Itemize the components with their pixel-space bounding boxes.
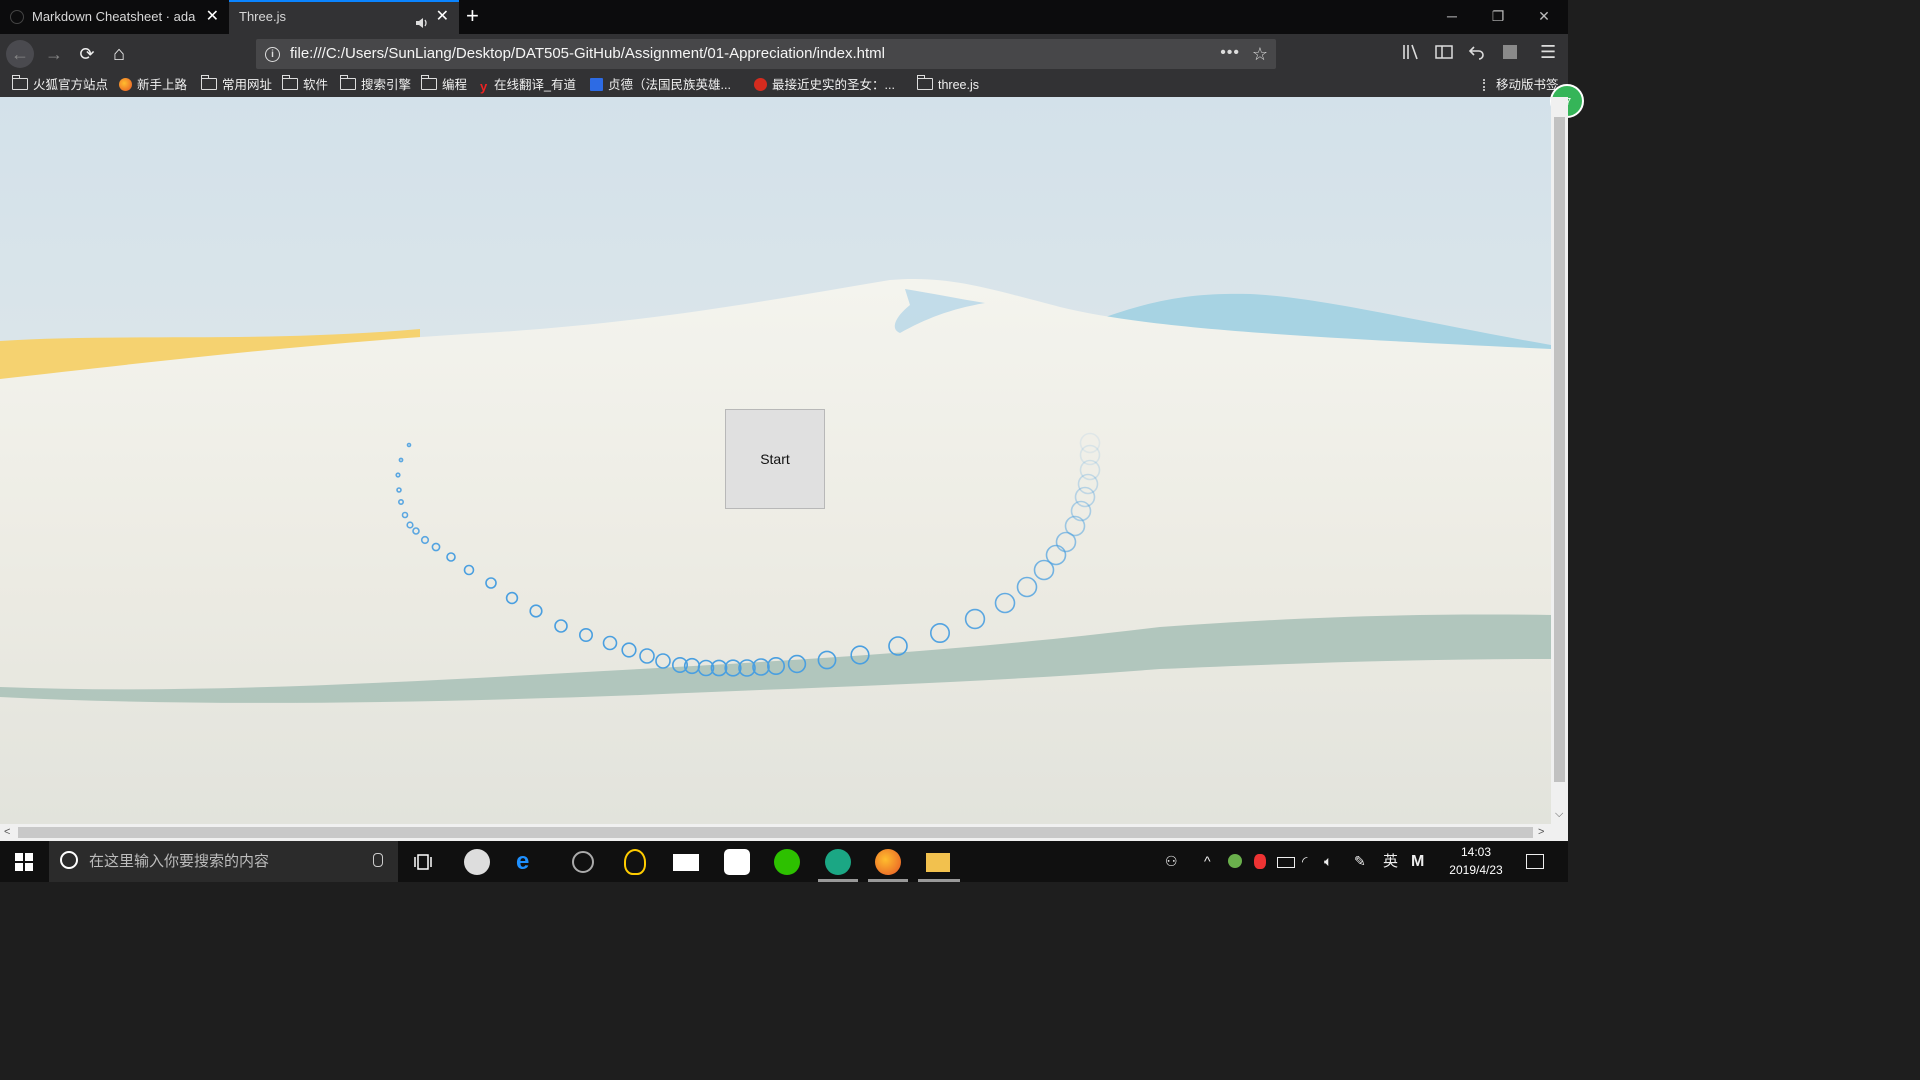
wechat-icon[interactable] xyxy=(774,849,800,875)
bookmark-item[interactable]: 火狐官方站点 xyxy=(12,73,108,97)
minimize-button[interactable]: ─ xyxy=(1429,0,1475,34)
tab-title: Three.js xyxy=(239,9,286,24)
speaker-icon[interactable] xyxy=(415,11,429,34)
folder-icon xyxy=(917,75,933,90)
new-tab-button[interactable]: + xyxy=(466,4,479,28)
bookmark-item[interactable]: three.js xyxy=(917,73,979,97)
sidebar-icon[interactable] xyxy=(1435,44,1453,65)
library-icon[interactable] xyxy=(1402,44,1420,65)
windows-taskbar: 在这里输入你要搜索的内容 e ⚇ ^ ◜ 🔈︎ ✎ 英 M 14:03 2019… xyxy=(0,841,1568,882)
folder-icon xyxy=(12,75,28,90)
search-placeholder[interactable]: 在这里输入你要搜索的内容 xyxy=(89,841,269,882)
file-explorer-icon[interactable] xyxy=(926,853,950,872)
folder-icon xyxy=(282,75,298,90)
active-indicator xyxy=(918,879,960,882)
bookmark-item[interactable]: 最接近史实的圣女：... xyxy=(754,73,895,97)
snow-mountain xyxy=(0,278,1551,824)
bookmark-item[interactable]: 软件 xyxy=(282,73,328,97)
firefox-icon[interactable] xyxy=(875,849,901,875)
system-clock[interactable]: 14:03 2019/4/23 xyxy=(1440,843,1512,879)
scroll-left-icon[interactable]: < xyxy=(4,826,10,838)
tray-app-icon[interactable] xyxy=(1254,854,1266,869)
scroll-down-icon[interactable]: ⌵ xyxy=(1555,808,1563,821)
microphone-icon[interactable] xyxy=(373,853,383,867)
grip-icon xyxy=(1483,79,1491,91)
reload-button[interactable]: ⟳ xyxy=(73,40,101,68)
restore-button[interactable]: ❐ xyxy=(1475,0,1521,34)
action-center-icon[interactable] xyxy=(1526,854,1544,869)
tab-title: Markdown Cheatsheet · ada xyxy=(32,9,196,24)
baidu-icon xyxy=(590,78,603,91)
weibo-icon xyxy=(754,78,767,91)
horizontal-scroll-thumb[interactable] xyxy=(18,827,1533,838)
tab-close-icon[interactable]: ✕ xyxy=(436,2,449,32)
navigation-toolbar: ← → ⟳ ⌂ i file:///C:/Users/SunLiang/Desk… xyxy=(0,34,1568,73)
bookmark-item[interactable]: 贞德（法国民族英雄... xyxy=(590,73,731,97)
url-text[interactable]: file:///C:/Users/SunLiang/Desktop/DAT505… xyxy=(290,39,885,69)
address-bar[interactable]: i file:///C:/Users/SunLiang/Desktop/DAT5… xyxy=(256,39,1276,69)
tab-threejs[interactable]: Three.js ✕ xyxy=(229,0,459,34)
task-view-icon[interactable] xyxy=(414,853,440,879)
clock-date: 2019/4/23 xyxy=(1449,863,1503,877)
mail-icon[interactable] xyxy=(673,854,699,871)
extension-icon[interactable] xyxy=(1501,44,1519,65)
folder-icon xyxy=(201,75,217,90)
app-icon[interactable] xyxy=(464,849,490,875)
cortana-icon xyxy=(60,851,78,869)
page-content: Start xyxy=(0,97,1551,824)
page-actions-icon[interactable]: ••• xyxy=(1220,39,1240,67)
internet-explorer-icon[interactable]: e xyxy=(516,849,542,875)
folder-icon xyxy=(340,75,356,90)
ime-mode-indicator[interactable]: M xyxy=(1411,841,1424,882)
horizontal-scrollbar[interactable]: < > xyxy=(0,824,1568,841)
bookmark-item[interactable]: y 在线翻译_有道 xyxy=(480,73,576,97)
menu-icon[interactable]: ☰ xyxy=(1540,42,1556,63)
vertical-scroll-thumb[interactable] xyxy=(1554,117,1565,782)
app-icon[interactable] xyxy=(572,851,594,873)
bookmark-item[interactable]: 搜索引擎 xyxy=(340,73,411,97)
site-info-icon[interactable]: i xyxy=(265,47,280,62)
wifi-icon[interactable]: ◜ xyxy=(1302,841,1307,882)
bookmark-star-icon[interactable]: ☆ xyxy=(1252,39,1268,69)
youdao-icon: y xyxy=(480,79,488,94)
atom-icon[interactable] xyxy=(825,849,851,875)
mobile-bookmarks[interactable]: 移动版书签 xyxy=(1483,73,1559,97)
home-button[interactable]: ⌂ xyxy=(105,40,133,68)
taskbar-search-box[interactable]: 在这里输入你要搜索的内容 xyxy=(49,841,398,882)
bookmark-item[interactable]: 编程 xyxy=(421,73,467,97)
vertical-scrollbar[interactable]: ⌵ xyxy=(1551,97,1568,824)
folder-icon xyxy=(421,75,437,90)
back-button[interactable]: ← xyxy=(6,40,34,68)
tab-strip: Markdown Cheatsheet · ada ✕ Three.js ✕ +… xyxy=(0,0,1568,34)
baidu-netdisk-icon[interactable] xyxy=(724,849,750,875)
people-icon[interactable]: ⚇ xyxy=(1165,841,1178,882)
pen-icon[interactable]: ✎ xyxy=(1354,841,1366,882)
active-indicator xyxy=(818,879,858,882)
qq-icon[interactable] xyxy=(624,849,646,875)
close-window-button[interactable]: ✕ xyxy=(1521,0,1567,34)
bookmarks-toolbar: 火狐官方站点 新手上路 常用网址 软件 搜索引擎 编程 y 在线翻译_有道 贞德（… xyxy=(0,73,1568,97)
undo-icon[interactable] xyxy=(1468,44,1486,65)
clock-time: 14:03 xyxy=(1460,845,1492,859)
ime-indicator[interactable]: 英 xyxy=(1383,841,1398,882)
volume-icon[interactable]: 🔈︎ xyxy=(1324,841,1332,882)
battery-icon[interactable] xyxy=(1277,857,1295,868)
start-button[interactable]: Start xyxy=(725,409,825,509)
bookmark-item[interactable]: 新手上路 xyxy=(119,73,187,97)
forward-button[interactable]: → xyxy=(40,40,68,68)
tab-close-icon[interactable]: ✕ xyxy=(206,0,219,34)
bookmark-item[interactable]: 常用网址 xyxy=(201,73,272,97)
show-hidden-icons-icon[interactable]: ^ xyxy=(1204,841,1211,882)
active-indicator xyxy=(868,879,908,882)
tray-app-icon[interactable] xyxy=(1228,854,1242,868)
scroll-right-icon[interactable]: > xyxy=(1538,826,1544,838)
windows-start-icon[interactable] xyxy=(15,853,33,876)
tab-markdown-cheatsheet[interactable]: Markdown Cheatsheet · ada ✕ xyxy=(0,0,229,34)
github-favicon-icon xyxy=(10,10,24,24)
firefox-icon xyxy=(119,78,132,91)
